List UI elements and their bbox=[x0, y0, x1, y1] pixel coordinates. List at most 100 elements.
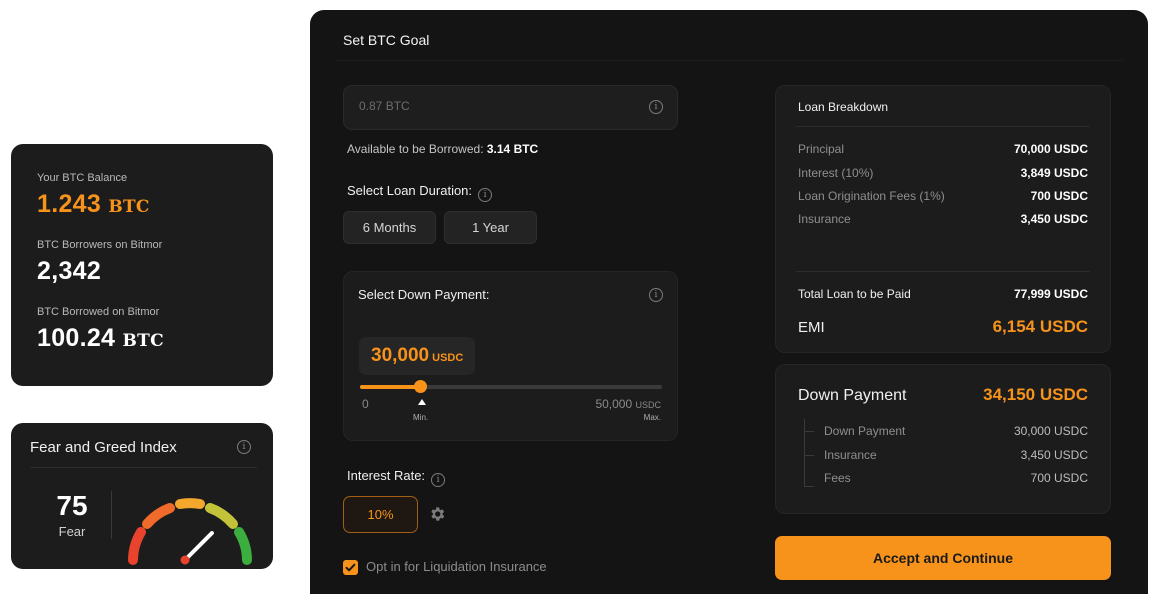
available-value: 3.14 BTC bbox=[486, 142, 539, 156]
total-loan-row: Total Loan to be Paid 77,999 USDC bbox=[798, 287, 1088, 301]
gauge-needle bbox=[183, 531, 214, 562]
divider bbox=[796, 126, 1090, 127]
balance-label: Your BTC Balance bbox=[37, 172, 128, 184]
info-icon[interactable]: i bbox=[649, 288, 663, 302]
breakdown-row-value: 700 USDC bbox=[1030, 189, 1088, 203]
down-payment-breakdown-card: Down Payment 34,150 USDC Down Payment 30… bbox=[775, 364, 1111, 514]
down-payment-row: Insurance 3,450 USDC bbox=[824, 448, 1088, 462]
down-payment-row-value: 700 USDC bbox=[1030, 471, 1088, 485]
slider-max-value: 50,000 USDC bbox=[595, 397, 661, 411]
down-payment-value[interactable]: 30,000 USDC bbox=[359, 337, 476, 375]
btc-stats-card: Your BTC Balance 1.243 BTC BTC Borrowers… bbox=[11, 144, 273, 386]
slider-min-label: Min. bbox=[413, 413, 429, 422]
down-payment-row-label: Fees bbox=[824, 471, 851, 485]
btc-amount-placeholder: 0.87 BTC bbox=[359, 99, 410, 113]
interest-rate-button[interactable]: 10% bbox=[343, 496, 418, 533]
breakdown-row: Principal 70,000 USDC bbox=[798, 142, 1088, 156]
gauge-segment-fear bbox=[142, 503, 175, 529]
check-icon bbox=[345, 563, 356, 572]
gauge-segment-neutral bbox=[175, 498, 205, 509]
borrowed-amount: 100.24 bbox=[37, 324, 116, 352]
fear-greed-label: Fear bbox=[58, 524, 86, 539]
breakdown-row-value: 3,849 USDC bbox=[1020, 166, 1088, 180]
duration-1-year-button[interactable]: 1 Year bbox=[444, 211, 537, 244]
gear-icon[interactable] bbox=[428, 505, 446, 523]
down-payment-title: Down Payment bbox=[798, 387, 907, 404]
loan-breakdown-title: Loan Breakdown bbox=[798, 100, 889, 114]
available-to-borrow: Available to be Borrowed: 3.14 BTC bbox=[347, 142, 538, 156]
slider-thumb[interactable] bbox=[414, 380, 428, 393]
duration-6-months-button[interactable]: 6 Months bbox=[343, 211, 436, 244]
slider-max-amount: 50,000 bbox=[595, 397, 633, 411]
breakdown-row: Insurance 3,450 USDC bbox=[798, 212, 1088, 226]
borrowed-value: 100.24 BTC bbox=[37, 324, 247, 353]
breakdown-row: Loan Origination Fees (1%) 700 USDC bbox=[798, 189, 1088, 203]
insurance-checkbox-label[interactable]: Opt in for Liquidation Insurance bbox=[366, 559, 547, 574]
insurance-checkbox[interactable] bbox=[343, 560, 358, 575]
down-payment-unit: USDC bbox=[432, 352, 464, 364]
info-icon[interactable]: i bbox=[431, 473, 446, 487]
down-payment-row-value: 3,450 USDC bbox=[1020, 448, 1088, 462]
down-payment-label: Select Down Payment: bbox=[358, 287, 490, 302]
borrowers-value: 2,342 bbox=[37, 257, 102, 285]
down-payment-total: 34,150 USDC bbox=[983, 385, 1088, 404]
down-payment-row: Down Payment 30,000 USDC bbox=[824, 424, 1088, 438]
divider bbox=[30, 467, 257, 468]
down-payment-slider[interactable] bbox=[360, 380, 662, 393]
divider bbox=[335, 60, 1123, 61]
loan-duration-text: Select Loan Duration: bbox=[347, 183, 473, 198]
info-icon[interactable]: i bbox=[237, 440, 251, 454]
fear-greed-value: 75 bbox=[56, 490, 88, 521]
slider-min-value: 0 bbox=[362, 397, 369, 411]
tree-branch bbox=[804, 431, 814, 432]
loan-duration-label: Select Loan Duration: i bbox=[347, 183, 493, 202]
fear-greed-title: Fear and Greed Index bbox=[30, 439, 177, 456]
breakdown-row-label: Loan Origination Fees (1%) bbox=[798, 189, 945, 203]
slider-max-label: Max. bbox=[643, 413, 661, 422]
borrowers-label: BTC Borrowers on Bitmor bbox=[37, 239, 163, 251]
fear-greed-card: Fear and Greed Index i 75 Fear bbox=[11, 423, 273, 569]
tree-branch bbox=[804, 455, 814, 456]
breakdown-row-label: Principal bbox=[798, 142, 845, 156]
fear-greed-gauge bbox=[128, 498, 252, 565]
tree-line bbox=[804, 419, 805, 486]
breakdown-row-label: Insurance bbox=[798, 212, 851, 226]
emi-value: 6,154 USDC bbox=[992, 317, 1088, 336]
gauge-pivot bbox=[180, 555, 190, 565]
total-loan-value: 77,999 USDC bbox=[1013, 287, 1088, 301]
balance-amount: 1.243 bbox=[37, 190, 102, 218]
loan-breakdown-card: Loan Breakdown Principal 70,000 USDC Int… bbox=[775, 85, 1111, 353]
panel-title: Set BTC Goal bbox=[343, 32, 430, 48]
interest-rate-label: Interest Rate: i bbox=[347, 468, 446, 487]
down-payment-row-label: Insurance bbox=[824, 448, 877, 462]
gauge-segment-greed bbox=[205, 503, 238, 529]
down-payment-row-label: Down Payment bbox=[824, 424, 906, 438]
balance-value: 1.243 BTC bbox=[37, 190, 247, 219]
borrowed-unit: BTC bbox=[122, 331, 164, 351]
gauge-segment-extreme-fear bbox=[128, 527, 146, 565]
total-loan-label: Total Loan to be Paid bbox=[798, 287, 911, 301]
min-marker-icon bbox=[418, 399, 426, 405]
interest-rate-text: Interest Rate: bbox=[347, 468, 426, 483]
accept-and-continue-button[interactable]: Accept and Continue bbox=[775, 536, 1111, 580]
down-payment-total-row: Down Payment 34,150 USDC bbox=[798, 385, 1088, 405]
available-label: Available to be Borrowed: bbox=[347, 142, 484, 156]
tree-branch bbox=[804, 486, 814, 487]
borrowed-label: BTC Borrowed on Bitmor bbox=[37, 306, 160, 318]
info-icon[interactable]: i bbox=[478, 188, 493, 202]
slider-max-unit: USDC bbox=[635, 400, 661, 410]
breakdown-row-value: 70,000 USDC bbox=[1013, 142, 1088, 156]
down-payment-row: Fees 700 USDC bbox=[824, 471, 1088, 485]
btc-amount-input[interactable]: 0.87 BTC i bbox=[343, 85, 678, 130]
gauge-segment-extreme-greed bbox=[234, 527, 252, 565]
breakdown-row: Interest (10%) 3,849 USDC bbox=[798, 166, 1088, 180]
emi-row: EMI 6,154 USDC bbox=[798, 317, 1088, 337]
info-icon[interactable]: i bbox=[649, 100, 663, 114]
breakdown-row-value: 3,450 USDC bbox=[1020, 212, 1088, 226]
divider bbox=[111, 491, 112, 539]
set-btc-goal-panel: Set BTC Goal 0.87 BTC i Available to be … bbox=[310, 10, 1148, 594]
down-payment-amount: 30,000 bbox=[371, 345, 430, 366]
slider-fill bbox=[360, 385, 421, 389]
down-payment-card: Select Down Payment: i 30,000 USDC 0 50,0… bbox=[343, 271, 678, 441]
balance-unit: BTC bbox=[108, 197, 150, 217]
